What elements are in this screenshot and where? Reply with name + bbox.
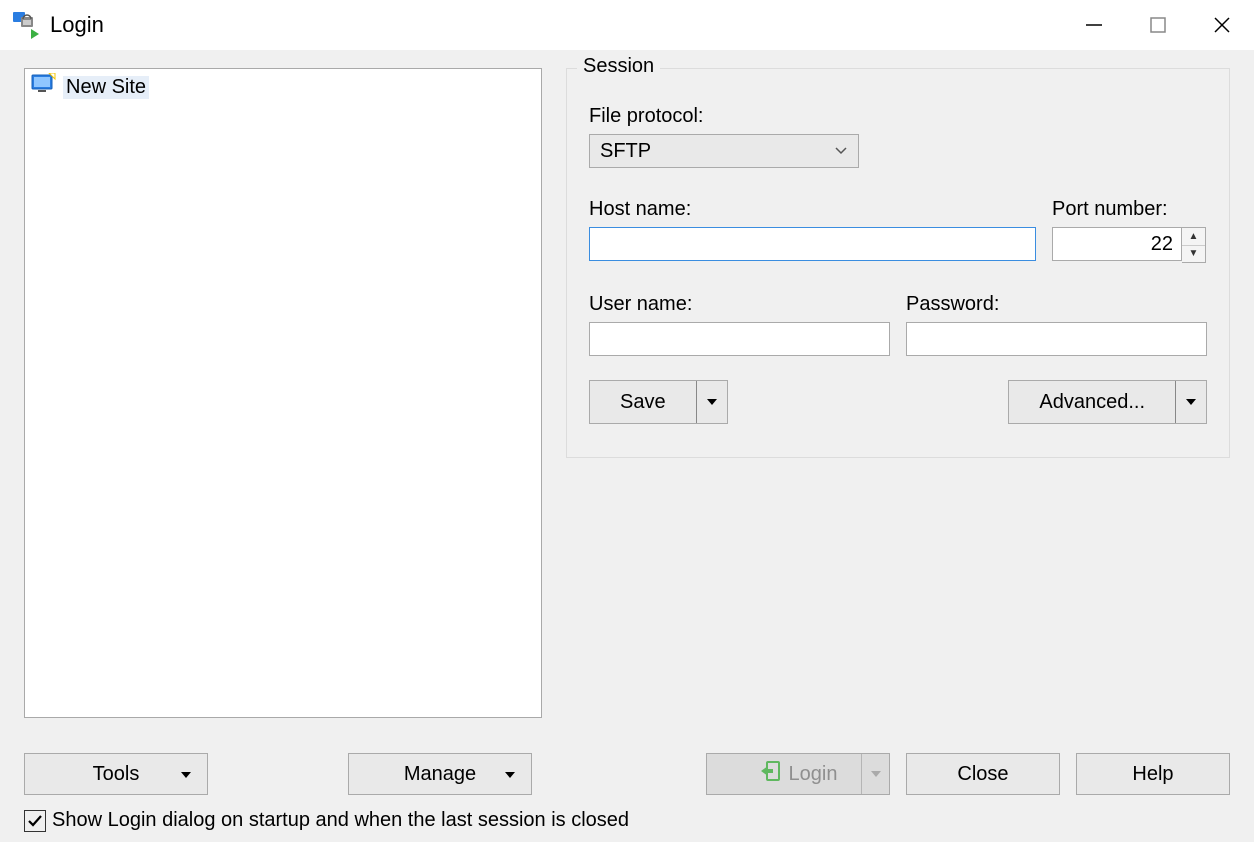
control-row: Tools Manage Login: [24, 753, 1230, 795]
advanced-dropdown[interactable]: [1176, 381, 1206, 423]
client-area: New Site Session File protocol: SFTP: [0, 50, 1254, 842]
startup-option[interactable]: Show Login dialog on startup and when th…: [24, 809, 1230, 832]
window-controls: [1062, 5, 1254, 45]
site-item-new-site[interactable]: New Site: [31, 73, 535, 101]
protocol-value: SFTP: [600, 140, 651, 163]
window-title: Login: [50, 12, 104, 38]
port-spin-up[interactable]: ▲: [1182, 228, 1205, 245]
site-list[interactable]: New Site: [24, 68, 542, 718]
login-icon: [759, 760, 781, 788]
session-group: Session File protocol: SFTP Host name:: [566, 68, 1230, 458]
port-spin-down[interactable]: ▼: [1182, 245, 1205, 262]
close-button[interactable]: Close: [906, 753, 1060, 795]
startup-checkbox[interactable]: [24, 810, 46, 832]
site-item-label: New Site: [63, 76, 149, 99]
username-input[interactable]: [589, 322, 890, 356]
maximize-button[interactable]: [1126, 5, 1190, 45]
minimize-button[interactable]: [1062, 5, 1126, 45]
triangle-down-icon: [503, 763, 517, 786]
titlebar: Login: [0, 0, 1254, 50]
monitor-icon: [31, 73, 57, 101]
user-label: User name:: [589, 293, 890, 316]
save-button-label: Save: [590, 381, 697, 423]
login-button[interactable]: Login: [706, 753, 890, 795]
protocol-select[interactable]: SFTP: [589, 134, 859, 168]
help-label: Help: [1132, 763, 1173, 786]
port-spinner: ▲ ▼: [1182, 227, 1206, 263]
port-input[interactable]: [1052, 227, 1182, 261]
tools-label: Tools: [93, 763, 140, 786]
app-icon: [12, 11, 40, 39]
close-label: Close: [957, 763, 1008, 786]
close-window-button[interactable]: [1190, 5, 1254, 45]
host-label: Host name:: [589, 198, 1036, 221]
startup-label: Show Login dialog on startup and when th…: [52, 809, 629, 832]
advanced-button[interactable]: Advanced...: [1008, 380, 1207, 424]
manage-button[interactable]: Manage: [348, 753, 532, 795]
manage-label: Manage: [404, 763, 476, 786]
login-dropdown[interactable]: [861, 754, 889, 794]
triangle-down-icon: [179, 763, 193, 786]
save-dropdown[interactable]: [697, 381, 727, 423]
host-input[interactable]: [589, 227, 1036, 261]
protocol-label: File protocol:: [589, 105, 1207, 128]
password-label: Password:: [906, 293, 1207, 316]
advanced-button-label: Advanced...: [1009, 381, 1176, 423]
login-label: Login: [789, 763, 838, 786]
tools-button[interactable]: Tools: [24, 753, 208, 795]
session-legend: Session: [577, 55, 660, 78]
help-button[interactable]: Help: [1076, 753, 1230, 795]
port-label: Port number:: [1052, 198, 1207, 221]
chevron-down-icon: [834, 143, 848, 159]
password-input[interactable]: [906, 322, 1207, 356]
save-button[interactable]: Save: [589, 380, 728, 424]
